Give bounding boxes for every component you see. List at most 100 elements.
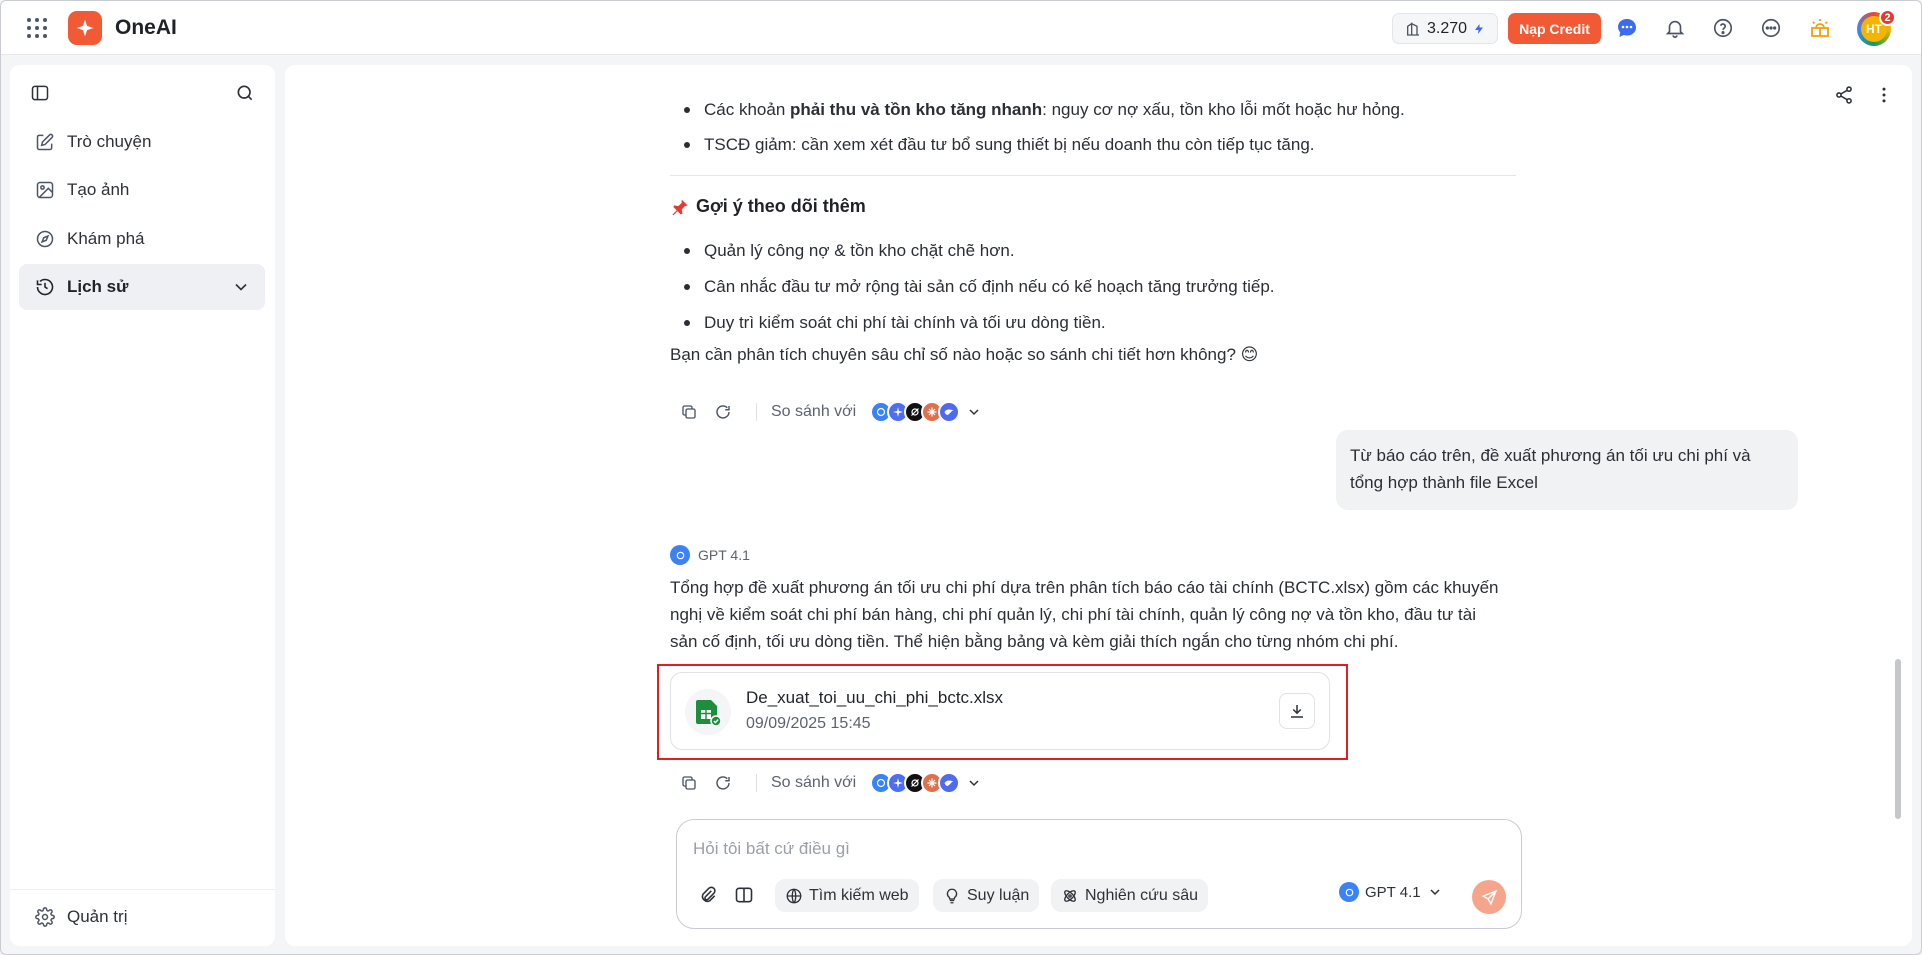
section-heading: Gợi ý theo dõi thêm [670,196,866,217]
more-vertical-icon[interactable] [1870,81,1898,109]
chip-label: Nghiên cứu sâu [1085,886,1198,904]
model-name: GPT 4.1 [698,547,750,563]
gear-icon [35,907,55,927]
lightbulb-icon [946,888,958,903]
sidebar-item-label: Quản trị [67,907,128,926]
brand-name[interactable]: OneAI [115,16,177,40]
file-attachment-card[interactable]: De_xuat_toi_uu_chi_phi_bctc.xlsx 09/09/2… [670,672,1330,750]
apps-grid-icon[interactable] [26,17,48,39]
chevron-down-icon [1430,889,1440,896]
closing-question: Bạn cần phân tích chuyên sâu chỉ số nào … [670,345,1259,364]
scrollbar-thumb[interactable] [1895,659,1901,819]
file-name[interactable]: De_xuat_toi_uu_chi_phi_bctc.xlsx [746,688,1003,708]
atom-icon [1064,889,1076,902]
pushpin-icon [672,199,688,215]
list-item: TSCĐ giảm: cần xem xét đầu tư bổ sung th… [670,134,1405,155]
building-icon [1406,21,1419,36]
regenerate-icon[interactable] [708,768,738,798]
divider [670,175,1516,176]
sidebar-item-create-image[interactable]: Tạo ảnh [19,167,265,213]
message-composer: Tìm kiếm web Suy luận Nghiên cứu sâu GPT… [676,819,1522,929]
lightning-icon [1475,23,1484,34]
compare-models-selector[interactable] [870,772,982,794]
separator [756,774,757,792]
copy-icon[interactable] [674,397,704,427]
image-icon [36,181,54,199]
response-model-tag: GPT 4.1 [670,545,750,565]
chat-panel: Các khoản phải thu và tồn kho tăng nhanh… [285,65,1912,946]
gift-sun-icon[interactable] [1807,15,1833,41]
chat-input[interactable] [693,834,1493,864]
chevron-down-icon [969,780,979,787]
deepseek-icon [938,772,961,794]
download-button[interactable] [1279,693,1315,729]
top-bar: OneAI 3.270 Nạp Credit HT 2 [1,1,1921,55]
list-item: Cân nhắc đầu tư mở rộng tài sản cố định … [670,276,1275,297]
sidebar: Trò chuyện Tạo ảnh Khám phá Lịch sử Quản… [10,65,275,946]
attach-icon[interactable] [693,880,723,910]
model-selector[interactable]: GPT 4.1 [1339,882,1443,902]
response-line: sản cố định, tối ưu dòng tiền. Thể hiện … [670,632,1399,651]
model-selector-label: GPT 4.1 [1365,883,1421,901]
user-message-line: tổng hợp thành file Excel [1350,473,1538,492]
topup-credit-button[interactable]: Nạp Credit [1508,13,1601,44]
chip-label: Suy luận [967,886,1030,904]
more-circle-icon[interactable] [1758,15,1784,41]
notification-badge: 2 [1879,9,1896,26]
sidebar-item-label: Lịch sử [67,277,129,296]
share-icon[interactable] [1830,81,1858,109]
user-message-line: Từ báo cáo trên, đề xuất phương án tối ư… [1350,446,1751,465]
compass-icon [36,230,54,248]
send-icon [1480,889,1497,906]
regenerate-icon[interactable] [708,397,738,427]
deep-research-toggle[interactable]: Nghiên cứu sâu [1051,879,1208,912]
chip-label: Tìm kiếm web [809,886,909,904]
credit-value: 3.270 [1426,19,1468,37]
list-item: Quản lý công nợ & tồn kho chặt chẽ hơn. [670,240,1275,261]
separator [756,403,757,421]
deepseek-icon [938,401,961,423]
reasoning-toggle[interactable]: Suy luận [933,879,1040,912]
compare-label[interactable]: So sánh với [771,403,856,421]
openai-icon [1339,882,1359,902]
message-actions: So sánh với [670,397,982,427]
help-icon[interactable] [1710,15,1736,41]
split-view-icon[interactable] [729,880,759,910]
file-date: 09/09/2025 15:45 [746,715,871,732]
bell-icon[interactable] [1662,15,1688,41]
sidebar-toggle-icon[interactable] [27,80,53,106]
risk-list: Các khoản phải thu và tồn kho tăng nhanh… [670,99,1405,155]
sidebar-item-label: Khám phá [67,229,145,248]
user-message: Từ báo cáo trên, đề xuất phương án tối ư… [1336,430,1798,510]
sidebar-item-label: Trò chuyện [67,132,152,151]
chevron-down-icon [969,409,979,416]
chat-bubble-icon[interactable] [1614,15,1640,41]
oneai-logo-icon[interactable] [68,11,102,45]
history-icon [36,278,54,296]
download-icon [1291,705,1303,718]
openai-icon [670,545,690,565]
list-item: Các khoản phải thu và tồn kho tăng nhanh… [670,99,1405,120]
list-item: Duy trì kiểm soát chi phí tài chính và t… [670,312,1275,333]
copy-icon[interactable] [674,768,704,798]
response-line: Tổng hợp đề xuất phương án tối ưu chi ph… [670,578,1499,597]
credit-balance[interactable]: 3.270 [1392,13,1498,44]
message-actions: So sánh với [670,768,982,798]
send-button[interactable] [1472,880,1506,914]
web-search-toggle[interactable]: Tìm kiếm web [775,879,919,912]
sidebar-item-chat[interactable]: Trò chuyện [19,119,265,165]
sidebar-divider [10,889,275,890]
sidebar-item-explore[interactable]: Khám phá [19,216,265,262]
chevron-down-icon[interactable] [231,277,251,297]
excel-file-icon [685,689,731,735]
globe-icon [786,888,802,903]
compare-label[interactable]: So sánh với [771,774,856,792]
app-window: OneAI 3.270 Nạp Credit HT 2 Trò chuyện T… [0,0,1922,955]
search-icon[interactable] [232,80,258,106]
sidebar-item-admin[interactable]: Quản trị [19,894,265,940]
compare-models-selector[interactable] [870,401,982,423]
edit-icon [36,133,54,151]
assistant-response: Tổng hợp đề xuất phương án tối ưu chi ph… [670,574,1499,655]
sidebar-item-history[interactable]: Lịch sử [19,264,265,310]
suggestion-list: Quản lý công nợ & tồn kho chặt chẽ hơn. … [670,240,1275,333]
